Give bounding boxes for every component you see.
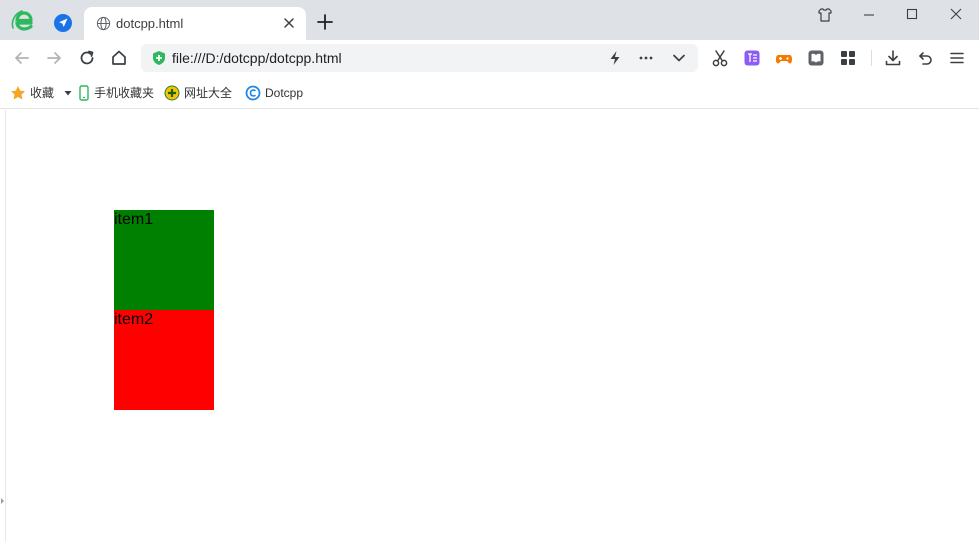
more-dots-icon[interactable]	[637, 49, 655, 67]
bookmark-dotcpp[interactable]: Dotcpp	[245, 84, 303, 102]
security-shield-icon[interactable]	[151, 50, 167, 66]
bookmark-directory[interactable]: 网址大全	[164, 84, 232, 102]
bookmark-mobile[interactable]: 手机收藏夹	[78, 84, 154, 102]
bookmarks-bar: 收藏 手机收藏夹 网址大全 Dotcpp	[0, 76, 979, 109]
pinned-tab-navigation-icon[interactable]	[52, 12, 74, 34]
address-bar[interactable]: file:///D:/dotcpp/dotcpp.html	[141, 44, 698, 72]
sidebar-edge-line	[5, 110, 6, 541]
minimize-icon[interactable]	[856, 6, 882, 24]
home-icon[interactable]	[109, 48, 129, 68]
globe-icon	[96, 16, 111, 31]
caret-down-icon[interactable]	[64, 89, 72, 97]
browser-logo-icon[interactable]	[10, 8, 36, 34]
tab-title: dotcpp.html	[116, 16, 184, 31]
reader-book-icon[interactable]	[806, 48, 826, 68]
back-arrow-icon[interactable]	[12, 48, 32, 68]
reload-icon[interactable]	[77, 48, 97, 68]
forward-arrow-icon[interactable]	[44, 48, 64, 68]
navigation-toolbar: file:///D:/dotcpp/dotcpp.html	[0, 40, 979, 76]
maximize-icon[interactable]	[899, 6, 925, 24]
bookmark-favorites[interactable]: 收藏	[10, 84, 72, 102]
flex-item-1-label: item1	[114, 211, 154, 228]
toolbar-separator	[871, 50, 872, 66]
menu-hamburger-icon[interactable]	[947, 48, 967, 68]
star-icon	[11, 86, 25, 100]
lightning-icon[interactable]	[606, 49, 624, 67]
translate-icon[interactable]	[742, 48, 762, 68]
flex-item-1: item1	[114, 210, 214, 310]
dotcpp-icon	[245, 85, 261, 101]
tab-strip: dotcpp.html	[0, 0, 979, 40]
scissors-icon[interactable]	[710, 48, 730, 68]
new-tab-icon[interactable]	[316, 13, 334, 31]
page-viewport: item1 item2	[0, 110, 979, 541]
flex-item-2-label: item2	[114, 311, 154, 328]
url-text[interactable]: file:///D:/dotcpp/dotcpp.html	[172, 50, 342, 66]
skin-shirt-icon[interactable]	[812, 6, 838, 24]
close-tab-icon[interactable]	[282, 16, 296, 30]
download-icon[interactable]	[883, 48, 903, 68]
chevron-down-icon[interactable]	[670, 49, 688, 67]
close-window-icon[interactable]	[943, 6, 969, 24]
apps-grid-icon[interactable]	[838, 48, 858, 68]
game-controller-icon[interactable]	[774, 48, 794, 68]
sidebar-expand-arrow-icon[interactable]	[0, 497, 5, 505]
tab-active[interactable]: dotcpp.html	[84, 7, 306, 40]
phone-icon	[79, 85, 89, 101]
undo-icon[interactable]	[915, 48, 935, 68]
flex-item-2: item2	[114, 310, 214, 410]
plus-globe-icon	[164, 85, 180, 101]
